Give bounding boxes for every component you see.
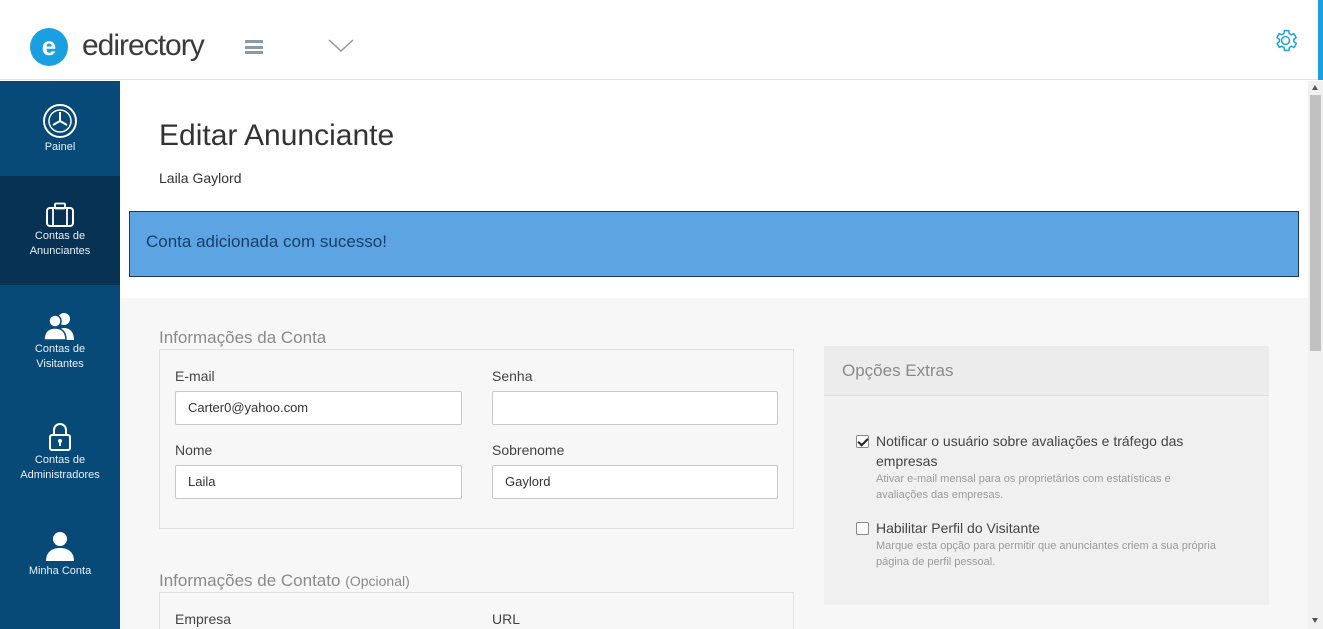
- sidebar: Painel Contas de Anunciantes Contas de V…: [0, 81, 120, 629]
- scroll-up-arrow[interactable]: [1312, 85, 1318, 90]
- sidebar-item-label: Contas de Anunciantes: [29, 230, 91, 257]
- briefcase-icon: [46, 202, 74, 227]
- notify-user-help: Ativar e-mail mensal para os proprietári…: [876, 473, 1171, 501]
- account-info-title: Informações da Conta: [159, 328, 327, 347]
- first-name-field[interactable]: Laila: [175, 465, 462, 499]
- gear-icon[interactable]: [1272, 27, 1299, 54]
- header-accent-bar: [1318, 0, 1323, 80]
- logo-text[interactable]: edirectory: [82, 28, 205, 64]
- page-title: Editar Anunciante: [159, 119, 395, 152]
- last-name-label: Sobrenome: [492, 442, 565, 458]
- sidebar-item-minha-conta[interactable]: Minha Conta: [0, 507, 120, 617]
- password-label: Senha: [492, 368, 533, 384]
- user-icon: [46, 532, 74, 561]
- contact-info-optional: (Opcional): [345, 573, 410, 589]
- scroll-down-arrow[interactable]: [1312, 618, 1318, 623]
- account-info-box: E-mail Carter0@yahoo.com Senha Nome Lail…: [159, 349, 794, 529]
- page-scrollbar[interactable]: [1308, 81, 1323, 629]
- password-field[interactable]: [492, 391, 778, 425]
- notify-user-checkbox[interactable]: [856, 435, 869, 448]
- contact-info-title: Informações de Contato (Opcional): [159, 571, 410, 591]
- alert-message: Conta adicionada com sucesso!: [146, 232, 387, 251]
- sidebar-item-label: Contas de Visitantes: [34, 343, 86, 370]
- contact-info-title-text: Informações de Contato: [159, 571, 341, 590]
- page-subtitle: Laila Gaylord: [159, 170, 242, 186]
- dashboard-icon: [43, 104, 77, 138]
- sidebar-item-administradores[interactable]: Contas de Administradores: [0, 396, 120, 507]
- last-name-field[interactable]: Gaylord: [492, 465, 778, 499]
- success-alert: Conta adicionada com sucesso!: [129, 211, 1299, 277]
- company-label: Empresa: [175, 611, 232, 627]
- sidebar-item-anunciantes[interactable]: Contas de Anunciantes: [0, 176, 120, 285]
- lock-icon: [49, 423, 71, 451]
- visitor-profile-checkbox[interactable]: [856, 522, 869, 535]
- extra-options-panel: Opções Extras Notificar o usuário sobre …: [824, 346, 1269, 605]
- sidebar-item-label: Contas de Administradores: [20, 454, 100, 481]
- sidebar-item-label: Painel: [44, 141, 76, 153]
- visitor-profile-label[interactable]: Habilitar Perfil do Visitante: [876, 518, 1216, 538]
- sidebar-item-label: Minha Conta: [28, 565, 92, 577]
- top-header: e edirectory: [0, 0, 1323, 80]
- email-field[interactable]: Carter0@yahoo.com: [175, 391, 462, 425]
- extra-options-title: Opções Extras: [842, 361, 954, 380]
- sidebar-item-painel[interactable]: Painel: [0, 81, 120, 176]
- extra-options-header: Opções Extras: [824, 346, 1269, 396]
- main-content: Editar Anunciante Laila Gaylord Conta ad…: [120, 81, 1308, 629]
- scroll-thumb[interactable]: [1310, 95, 1321, 351]
- hamburger-icon[interactable]: [245, 40, 263, 54]
- sidebar-item-visitantes[interactable]: Contas de Visitantes: [0, 285, 120, 396]
- url-label: URL: [492, 611, 521, 627]
- logo-icon[interactable]: e: [30, 28, 68, 66]
- notify-user-label[interactable]: Notificar o usuário sobre avaliações e t…: [876, 431, 1216, 471]
- users-icon: [43, 313, 74, 341]
- visitor-profile-help: Marque esta opção para permitir que anun…: [876, 540, 1216, 568]
- first-name-label: Nome: [175, 442, 213, 458]
- contact-info-box: Empresa URL: [159, 592, 794, 629]
- chevron-down-icon[interactable]: [328, 38, 354, 54]
- email-label: E-mail: [175, 368, 215, 384]
